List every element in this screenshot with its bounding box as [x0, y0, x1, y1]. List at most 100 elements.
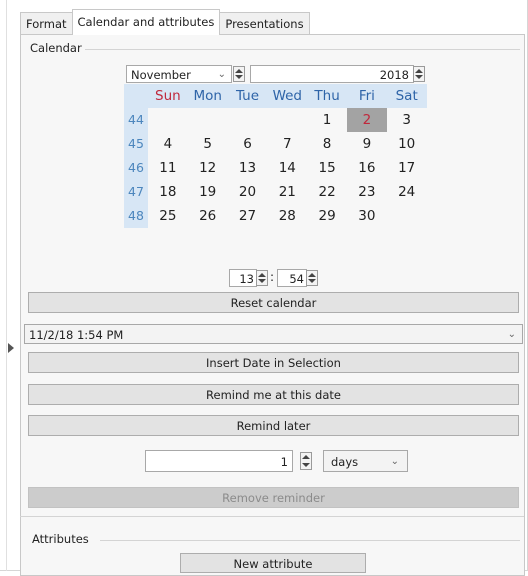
attributes-group-label: Attributes: [29, 532, 92, 546]
day-cell[interactable]: [148, 108, 188, 132]
chevron-down-icon: ⌄: [507, 329, 516, 340]
splitter-line: [6, 0, 7, 571]
tab-calendar-and-attributes[interactable]: Calendar and attributes: [71, 9, 221, 35]
day-cell[interactable]: 11: [148, 156, 188, 180]
year-field[interactable]: 2018: [250, 65, 414, 83]
spin-down-icon[interactable]: [308, 279, 316, 283]
tab-presentations[interactable]: Presentations: [219, 12, 310, 35]
calendar-week-row: 45 4 5 6 7 8 9 10: [124, 132, 427, 156]
day-cell[interactable]: 25: [148, 204, 188, 228]
day-cell[interactable]: 18: [148, 180, 188, 204]
calendar-week-row: 47 18 19 20 21 22 23 24: [124, 180, 427, 204]
day-cell[interactable]: 13: [228, 156, 268, 180]
week-number: 48: [124, 204, 148, 228]
day-cell[interactable]: 22: [307, 180, 347, 204]
week-number: 45: [124, 132, 148, 156]
day-cell[interactable]: 29: [307, 204, 347, 228]
time-separator: :: [270, 270, 275, 284]
section-divider: [20, 516, 524, 517]
remind-at-date-button[interactable]: Remind me at this date: [28, 384, 519, 405]
day-cell[interactable]: 14: [267, 156, 307, 180]
remind-quantity-field[interactable]: 1: [145, 450, 293, 472]
selected-datetime-dropdown[interactable]: 11/2/18 1:54 PM ⌄: [24, 324, 523, 344]
weekday-label: Thu: [314, 88, 340, 104]
tab-bar: Format Calendar and attributes Presentat…: [20, 9, 310, 35]
hour-spinner[interactable]: [256, 270, 268, 286]
spin-up-icon[interactable]: [302, 455, 310, 459]
month-value: November: [131, 68, 191, 82]
selected-datetime-value: 11/2/18 1:54 PM: [29, 328, 124, 342]
day-cell[interactable]: 10: [387, 132, 427, 156]
day-cell[interactable]: 27: [228, 204, 268, 228]
day-cell[interactable]: 5: [188, 132, 228, 156]
reset-calendar-button[interactable]: Reset calendar: [28, 292, 519, 313]
week-number: 46: [124, 156, 148, 180]
day-cell[interactable]: [387, 204, 427, 228]
quantity-spinner[interactable]: [300, 452, 312, 470]
spin-up-icon[interactable]: [415, 69, 423, 73]
minute-field[interactable]: 54: [277, 269, 307, 287]
weekday-label: Mon: [193, 88, 222, 104]
day-cell[interactable]: 23: [347, 180, 387, 204]
weekday-label: Fri: [358, 88, 375, 104]
remind-unit-value: days: [331, 455, 359, 469]
remove-reminder-button[interactable]: Remove reminder: [28, 487, 519, 508]
day-cell[interactable]: 15: [307, 156, 347, 180]
weekday-label: Wed: [272, 88, 302, 104]
remind-later-button[interactable]: Remind later: [28, 415, 519, 436]
expand-panel-arrow-icon[interactable]: [8, 343, 14, 353]
day-cell[interactable]: 1: [307, 108, 347, 132]
calendar-week-row: 44 1 2 3: [124, 108, 427, 132]
chevron-down-icon: ⌄: [390, 456, 399, 467]
day-cell[interactable]: 20: [228, 180, 268, 204]
spin-down-icon[interactable]: [258, 279, 266, 283]
day-cell[interactable]: 30: [347, 204, 387, 228]
day-cell[interactable]: 26: [188, 204, 228, 228]
month-dropdown[interactable]: November ⌄: [126, 65, 232, 83]
weekday-label: Tue: [235, 88, 260, 104]
day-cell[interactable]: 17: [387, 156, 427, 180]
spin-down-icon[interactable]: [415, 75, 423, 79]
day-cell[interactable]: 9: [347, 132, 387, 156]
day-cell[interactable]: 28: [267, 204, 307, 228]
day-cell[interactable]: [228, 108, 268, 132]
day-cell[interactable]: 4: [148, 132, 188, 156]
week-number-header: [124, 84, 148, 108]
weekday-label: Sun: [155, 88, 181, 104]
day-cell[interactable]: 8: [307, 132, 347, 156]
day-cell[interactable]: 16: [347, 156, 387, 180]
calendar-week-row: 46 11 12 13 14 15 16 17: [124, 156, 427, 180]
day-cell-selected[interactable]: 2: [346, 108, 387, 132]
minute-spinner[interactable]: [306, 270, 318, 286]
day-cell[interactable]: 12: [188, 156, 228, 180]
insert-date-button[interactable]: Insert Date in Selection: [28, 352, 519, 373]
weekday-header: Sun Mon Tue Wed Thu Fri Sat: [124, 84, 427, 108]
new-attribute-button[interactable]: New attribute: [180, 553, 366, 573]
month-spinner[interactable]: [233, 66, 245, 82]
day-cell[interactable]: [188, 108, 228, 132]
day-cell[interactable]: 6: [228, 132, 268, 156]
spin-down-icon[interactable]: [302, 463, 310, 467]
remind-unit-dropdown[interactable]: days ⌄: [323, 450, 408, 472]
spin-up-icon[interactable]: [308, 273, 316, 277]
day-cell[interactable]: 19: [188, 180, 228, 204]
day-cell[interactable]: [267, 108, 307, 132]
year-spinner[interactable]: [413, 66, 425, 82]
hour-field[interactable]: 13: [229, 269, 257, 287]
week-number: 44: [124, 108, 148, 132]
chevron-down-icon: ⌄: [217, 69, 226, 80]
day-cell[interactable]: 7: [267, 132, 307, 156]
week-number: 47: [124, 180, 148, 204]
calendar-week-row: 48 25 26 27 28 29 30: [124, 204, 427, 228]
calendar-group-line: [82, 49, 520, 50]
spin-down-icon[interactable]: [235, 75, 243, 79]
calendar-group-label: Calendar: [27, 41, 85, 55]
day-cell[interactable]: 3: [387, 108, 427, 132]
tab-format[interactable]: Format: [20, 12, 73, 35]
spin-up-icon[interactable]: [235, 69, 243, 73]
attributes-group-line: [100, 540, 520, 541]
weekday-label: Sat: [395, 88, 418, 104]
day-cell[interactable]: 21: [267, 180, 307, 204]
spin-up-icon[interactable]: [258, 273, 266, 277]
day-cell[interactable]: 24: [387, 180, 427, 204]
